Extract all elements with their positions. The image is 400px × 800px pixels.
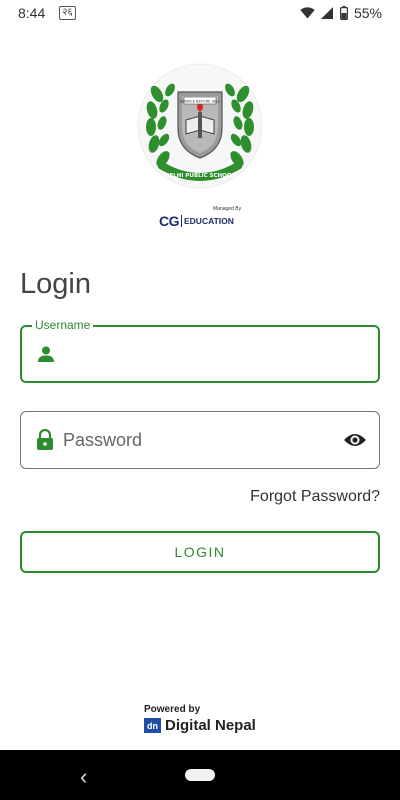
status-left: 8:44 २६: [18, 5, 76, 21]
status-time: 8:44: [18, 5, 46, 21]
digital-nepal-logo: dn Digital Nepal: [144, 717, 256, 734]
powered-by-text: Powered by: [144, 704, 201, 715]
navigation-bar: ‹: [0, 750, 400, 800]
cg-brand: CG EDUCATION: [159, 213, 234, 229]
notification-badge: २६: [59, 6, 76, 20]
battery-percent: 55%: [353, 5, 382, 21]
logo-school-name: DELHI PUBLIC SCHOOL: [165, 173, 236, 179]
login-button[interactable]: LOGIN: [20, 531, 380, 573]
battery-icon: [339, 6, 348, 20]
page-title: Login: [20, 268, 91, 300]
brand-name: Digital Nepal: [165, 717, 256, 734]
status-right: 55%: [300, 5, 382, 21]
cg-education-logo: Managed By CG EDUCATION: [159, 206, 242, 229]
password-input[interactable]: [63, 412, 329, 468]
forgot-password-link[interactable]: Forgot Password?: [250, 488, 380, 506]
signal-icon: [320, 7, 334, 19]
lock-icon: [35, 429, 55, 451]
back-icon[interactable]: ‹: [80, 764, 87, 790]
home-pill[interactable]: [185, 769, 215, 781]
cg-word: EDUCATION: [184, 216, 234, 226]
logo-motto: SERVICE BEFORE SELF: [180, 100, 220, 104]
username-field[interactable]: Username: [20, 318, 380, 383]
password-field[interactable]: [20, 411, 380, 469]
wifi-icon: [300, 7, 315, 19]
school-logo: SERVICE BEFORE SELF DELHI PUBLIC SCHOOL: [130, 62, 270, 190]
eye-icon[interactable]: [343, 432, 367, 448]
person-icon: [36, 344, 56, 364]
username-input[interactable]: [64, 327, 328, 381]
managed-by-text: Managed By: [213, 206, 242, 212]
status-bar: 8:44 २६ 55%: [0, 0, 400, 26]
cg-letters: CG: [159, 213, 180, 229]
dn-logo-icon: dn: [144, 718, 161, 733]
cg-separator: [181, 215, 182, 227]
